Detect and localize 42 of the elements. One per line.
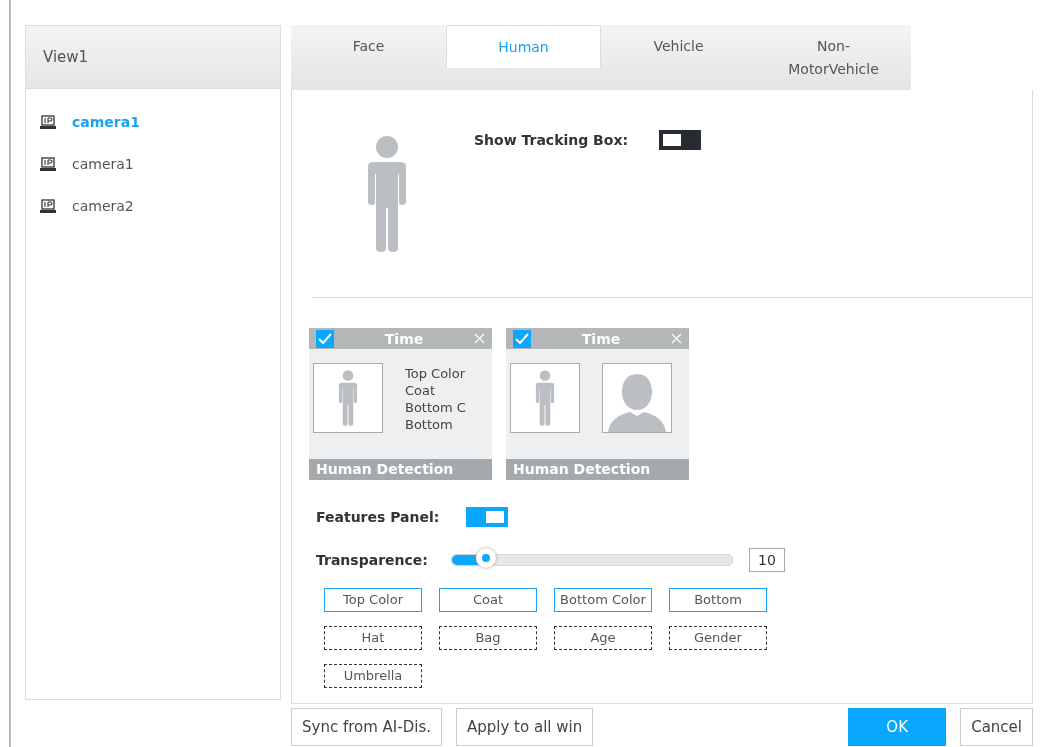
show-tracking-box-label: Show Tracking Box: — [474, 132, 630, 148]
sync-button[interactable]: Sync from AI-Dis. — [291, 708, 442, 746]
checkbox[interactable] — [316, 329, 334, 348]
feature-chip[interactable]: Bottom Color — [554, 588, 652, 612]
face-thumbnail — [602, 363, 672, 433]
features-panel-label: Features Panel: — [316, 509, 441, 525]
apply-button[interactable]: Apply to all win — [456, 708, 594, 746]
close-icon[interactable] — [671, 333, 682, 344]
card-time: Time — [383, 330, 425, 347]
card-footer: Human Detection — [506, 459, 689, 480]
feature-chip[interactable]: Hat — [324, 626, 422, 650]
feature-text: Bottom — [405, 416, 454, 433]
feature-text: Bottom C — [405, 399, 466, 416]
feature-chip[interactable]: Top Color — [324, 588, 422, 612]
view-title: View1 — [26, 26, 280, 89]
tab[interactable]: Face — [291, 25, 446, 90]
transparence-value[interactable]: 10 — [749, 548, 785, 572]
feature-text: Coat — [405, 382, 437, 399]
cancel-button[interactable]: Cancel — [960, 708, 1033, 746]
feature-chip[interactable]: Age — [554, 626, 652, 650]
tab[interactable]: Vehicle — [601, 25, 756, 90]
feature-chip[interactable]: Gender — [669, 626, 767, 650]
feature-chip[interactable]: Bottom — [669, 588, 767, 612]
ip-camera-icon — [40, 198, 58, 214]
feature-chip[interactable]: Umbrella — [324, 664, 422, 688]
feature-chip[interactable]: Coat — [439, 588, 537, 612]
feature-text: Top Color — [405, 365, 466, 382]
checkbox[interactable] — [513, 329, 531, 348]
ip-camera-icon — [40, 114, 58, 130]
camera-item[interactable]: camera1 — [72, 156, 134, 172]
person-thumbnail — [313, 363, 383, 433]
person-thumbnail — [510, 363, 580, 433]
features-panel-toggle[interactable] — [466, 507, 508, 527]
card-footer: Human Detection — [309, 459, 492, 480]
close-icon[interactable] — [474, 333, 485, 344]
tracking-box-toggle[interactable] — [659, 130, 701, 150]
transparence-label: Transparence: — [316, 552, 429, 568]
camera-item[interactable]: camera2 — [72, 198, 134, 214]
feature-chip[interactable]: Bag — [439, 626, 537, 650]
tab[interactable]: Non- MotorVehicle — [756, 25, 911, 90]
card-time: Time — [580, 330, 622, 347]
ip-camera-icon — [40, 156, 58, 172]
